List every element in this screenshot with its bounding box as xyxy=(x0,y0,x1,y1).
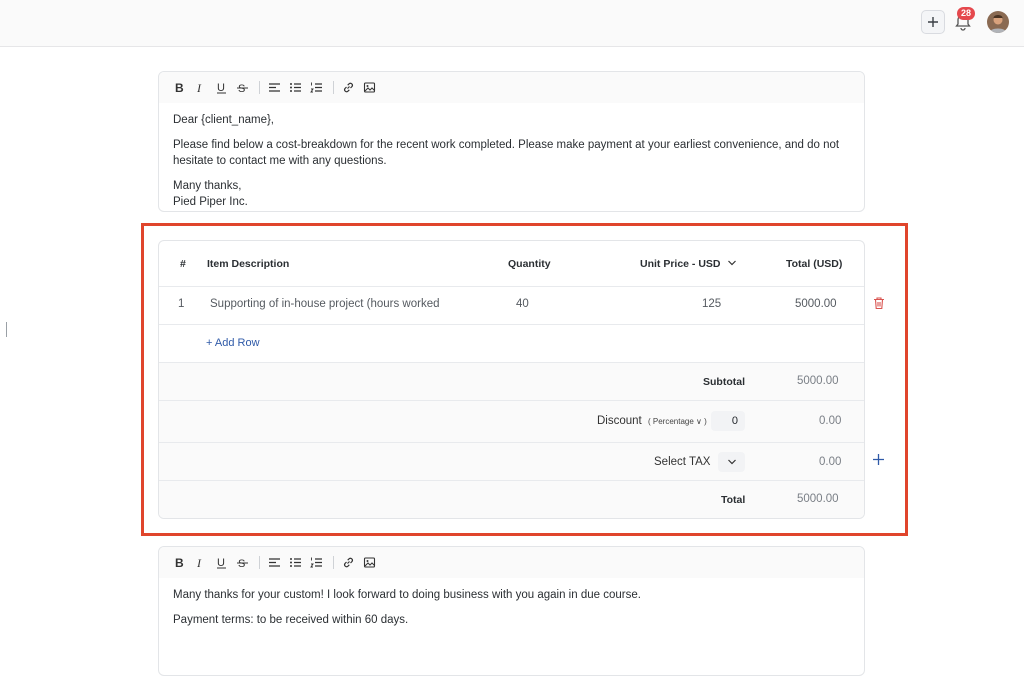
discount-type-select[interactable]: ( Percentage ∨ ) xyxy=(648,417,707,426)
notification-badge: 28 xyxy=(957,7,975,20)
top-bar: 28 xyxy=(0,0,1024,47)
add-row-button[interactable]: + Add Row xyxy=(206,337,260,349)
bold-icon[interactable]: B xyxy=(172,80,187,95)
subtotal-label: Subtotal xyxy=(703,376,745,388)
terms-text: Payment terms: to be received within 60 … xyxy=(173,613,409,626)
svg-text:B: B xyxy=(175,556,184,569)
svg-text:I: I xyxy=(196,81,202,94)
align-left-icon[interactable] xyxy=(267,80,282,95)
discount-row: Discount ( Percentage ∨ ) 0 0.00 xyxy=(159,401,864,443)
plus-icon xyxy=(928,17,938,27)
tax-select[interactable] xyxy=(718,452,745,472)
col-unit-price-header: Unit Price - USD xyxy=(640,258,721,270)
greeting-text: Dear {client_name}, xyxy=(173,114,275,126)
text-cursor xyxy=(6,322,7,337)
row-number: 1 xyxy=(178,298,185,310)
row-unit-price-input[interactable]: 125 xyxy=(702,298,721,310)
intro-editor[interactable]: B I U S Dear {client_name}, Please find … xyxy=(158,71,865,212)
row-total: 5000.00 xyxy=(795,298,837,310)
row-quantity-input[interactable]: 40 xyxy=(516,298,529,310)
add-button[interactable] xyxy=(921,10,945,34)
strikethrough-icon[interactable]: S xyxy=(235,80,250,95)
underline-icon[interactable]: U xyxy=(214,80,229,95)
total-row: Total 5000.00 xyxy=(159,481,864,518)
italic-icon[interactable]: I xyxy=(193,555,208,570)
tax-value: 0.00 xyxy=(819,456,842,468)
chevron-down-icon xyxy=(728,260,737,266)
col-quantity-header: Quantity xyxy=(508,258,551,270)
col-total-header: Total (USD) xyxy=(786,258,843,270)
table-row: 1 Supporting of in-house project (hours … xyxy=(159,287,864,325)
tax-row: Select TAX 0.00 xyxy=(159,443,864,481)
outro-editor-body[interactable]: Many thanks for your custom! I look forw… xyxy=(159,578,864,628)
bulleted-list-icon[interactable] xyxy=(288,555,303,570)
trash-icon[interactable] xyxy=(872,296,886,310)
col-description-header: Item Description xyxy=(207,258,290,270)
discount-input[interactable]: 0 xyxy=(711,411,745,431)
bulleted-list-icon[interactable] xyxy=(288,80,303,95)
avatar[interactable] xyxy=(987,11,1009,33)
chevron-down-icon xyxy=(727,459,736,465)
bold-icon[interactable]: B xyxy=(172,555,187,570)
col-number-header: # xyxy=(180,258,186,270)
align-left-icon[interactable] xyxy=(267,555,282,570)
numbered-list-icon[interactable] xyxy=(309,555,324,570)
toolbar-divider xyxy=(333,81,334,94)
company-text: Pied Piper Inc. xyxy=(173,196,248,208)
image-icon[interactable] xyxy=(362,80,377,95)
svg-text:B: B xyxy=(175,81,184,94)
add-row-row: + Add Row xyxy=(159,325,864,363)
tax-label: Select TAX xyxy=(654,456,711,468)
thanks-text: Many thanks for your custom! I look forw… xyxy=(173,589,641,601)
total-value: 5000.00 xyxy=(797,493,839,505)
line-items-table: # Item Description Quantity Unit Price -… xyxy=(158,240,865,519)
row-description-input[interactable]: Supporting of in-house project (hours wo… xyxy=(210,298,462,310)
italic-icon[interactable]: I xyxy=(193,80,208,95)
currency-dropdown[interactable]: Unit Price - USD xyxy=(640,258,737,270)
numbered-list-icon[interactable] xyxy=(309,80,324,95)
underline-icon[interactable]: U xyxy=(214,555,229,570)
subtotal-value: 5000.00 xyxy=(797,375,839,387)
link-icon[interactable] xyxy=(341,555,356,570)
editor-toolbar: B I U S xyxy=(159,547,864,578)
discount-value: 0.00 xyxy=(819,415,842,427)
toolbar-divider xyxy=(259,556,260,569)
svg-text:U: U xyxy=(217,82,225,94)
discount-label: Discount xyxy=(597,415,642,427)
total-label: Total xyxy=(721,494,746,506)
table-header-row: # Item Description Quantity Unit Price -… xyxy=(159,241,864,287)
link-icon[interactable] xyxy=(341,80,356,95)
svg-text:I: I xyxy=(196,556,202,569)
add-tax-icon[interactable] xyxy=(872,453,885,466)
toolbar-divider xyxy=(259,81,260,94)
strikethrough-icon[interactable]: S xyxy=(235,555,250,570)
image-icon[interactable] xyxy=(362,555,377,570)
toolbar-divider xyxy=(333,556,334,569)
body-text: Please find below a cost-breakdown for t… xyxy=(173,138,840,168)
svg-text:U: U xyxy=(217,557,225,569)
signoff-text: Many thanks, xyxy=(173,179,242,192)
editor-toolbar: B I U S xyxy=(159,72,864,103)
subtotal-row: Subtotal 5000.00 xyxy=(159,363,864,401)
intro-editor-body[interactable]: Dear {client_name}, Please find below a … xyxy=(159,103,864,211)
